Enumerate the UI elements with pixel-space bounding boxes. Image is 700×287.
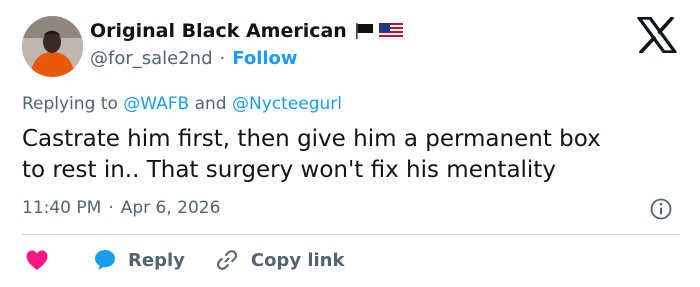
action-bar: Reply Copy link: [22, 247, 344, 273]
replying-prefix: Replying to: [22, 94, 118, 114]
tweet-date: Apr 6, 2026: [120, 198, 221, 218]
info-icon[interactable]: [650, 198, 672, 220]
handle-separator: ·: [219, 48, 226, 69]
reply-label: Reply: [128, 249, 185, 271]
author-name-row: Original Black American: [90, 20, 403, 42]
copy-link-button[interactable]: Copy link: [185, 248, 345, 272]
author-handle-row: @for_sale2nd · Follow: [90, 48, 298, 69]
avatar-image: [22, 16, 83, 77]
tweet-text-line: Castrate him first, then give him a perm…: [22, 126, 601, 152]
heart-icon[interactable]: [24, 247, 50, 273]
copy-link-label: Copy link: [250, 249, 345, 271]
tweet-text: Castrate him first, then give him a perm…: [22, 124, 682, 186]
avatar[interactable]: [22, 16, 83, 77]
replying-to: Replying to @WAFB and @Nycteegurl: [22, 94, 342, 114]
reply-button[interactable]: Reply: [50, 247, 185, 273]
author-handle[interactable]: @for_sale2nd: [90, 48, 213, 69]
author-display-name[interactable]: Original Black American: [90, 20, 347, 42]
mention-link[interactable]: @WAFB: [123, 94, 189, 114]
tweet-timestamp[interactable]: 11:40 PM · Apr 6, 2026: [22, 198, 220, 218]
tweet-text-line: to rest in.. That surgery won't fix his …: [22, 157, 556, 183]
tweet-time: 11:40 PM: [22, 198, 102, 218]
divider: [22, 234, 680, 235]
meta-separator: ·: [108, 198, 114, 218]
x-logo-icon[interactable]: [637, 17, 677, 53]
flag-emojis: [355, 22, 403, 40]
replying-conjunction: and: [194, 94, 227, 114]
reply-bubble-icon: [95, 250, 115, 270]
us-flag-icon: [378, 22, 403, 40]
black-flag-icon: [355, 23, 373, 39]
link-icon: [216, 250, 237, 270]
follow-button[interactable]: Follow: [232, 48, 297, 69]
mention-link[interactable]: @Nycteegurl: [232, 94, 342, 114]
